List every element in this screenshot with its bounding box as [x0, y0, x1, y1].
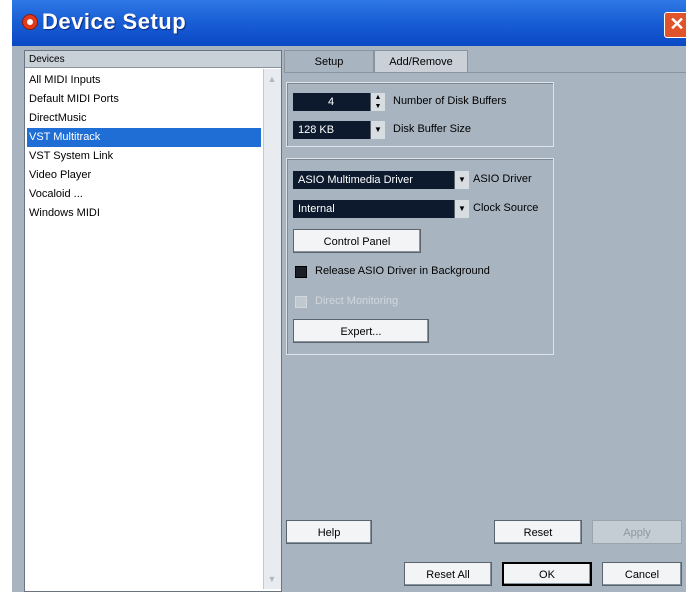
tab-divider: [284, 72, 686, 73]
close-button[interactable]: ✕: [664, 12, 686, 38]
device-item-vocaloid[interactable]: Vocaloid ...: [27, 185, 261, 204]
device-item-vst-multitrack[interactable]: VST Multitrack: [27, 128, 261, 147]
chevron-down-icon[interactable]: ▼: [370, 121, 385, 139]
help-button[interactable]: Help: [286, 520, 372, 544]
chevron-down-icon[interactable]: ▼: [454, 171, 469, 189]
devices-scrollbar[interactable]: ▲ ▼: [263, 69, 281, 589]
release-asio-checkbox[interactable]: [295, 266, 307, 278]
scroll-up-arrow-icon[interactable]: ▲: [266, 73, 278, 85]
control-panel-button[interactable]: Control Panel: [293, 229, 421, 253]
tab-add-remove[interactable]: Add/Remove: [374, 50, 468, 73]
spinner-arrows-icon[interactable]: ▲ ▼: [370, 93, 385, 111]
direct-monitoring-checkbox[interactable]: [295, 296, 307, 308]
device-item-default-midi-ports[interactable]: Default MIDI Ports: [27, 90, 261, 109]
cancel-button[interactable]: Cancel: [602, 562, 682, 586]
scroll-down-arrow-icon[interactable]: ▼: [266, 573, 278, 585]
asio-driver-group: ASIO Multimedia Driver ▼ ASIO Driver Int…: [286, 158, 554, 355]
reset-button[interactable]: Reset: [494, 520, 582, 544]
asio-driver-dropdown[interactable]: ASIO Multimedia Driver ▼: [293, 171, 469, 189]
clock-source-dropdown[interactable]: Internal ▼: [293, 200, 469, 218]
app-logo-icon: [22, 14, 38, 30]
disk-buffer-size-label: Disk Buffer Size: [393, 123, 472, 135]
reset-all-button[interactable]: Reset All: [404, 562, 492, 586]
title-bar[interactable]: Device Setup ✕: [12, 0, 686, 46]
expert-button[interactable]: Expert...: [293, 319, 429, 343]
tab-setup[interactable]: Setup: [284, 50, 374, 73]
device-item-windows-midi[interactable]: Windows MIDI: [27, 204, 261, 223]
devices-header: Devices: [25, 51, 281, 68]
device-item-directmusic[interactable]: DirectMusic: [27, 109, 261, 128]
window-title: Device Setup: [42, 9, 187, 34]
disk-buffer-size-dropdown[interactable]: 128 KB ▼: [293, 121, 385, 139]
devices-panel: Devices All MIDI Inputs Default MIDI Por…: [24, 50, 282, 592]
disk-buffers-value: 4: [327, 96, 335, 108]
device-item-video-player[interactable]: Video Player: [27, 166, 261, 185]
chevron-down-icon[interactable]: ▼: [454, 200, 469, 218]
apply-button[interactable]: Apply: [592, 520, 682, 544]
device-item-vst-system-link[interactable]: VST System Link: [27, 147, 261, 166]
disk-buffer-size-value: 128 KB: [298, 124, 335, 136]
clock-source-value: Internal: [298, 203, 335, 215]
device-setup-window: Device Setup ✕ Devices All MIDI Inputs D…: [12, 0, 686, 592]
release-asio-label: Release ASIO Driver in Background: [315, 265, 490, 277]
device-item-all-midi-inputs[interactable]: All MIDI Inputs: [27, 71, 261, 90]
devices-list: All MIDI Inputs Default MIDI Ports Direc…: [27, 71, 261, 223]
asio-driver-value: ASIO Multimedia Driver: [298, 174, 413, 186]
disk-buffers-group: 4 ▲ ▼ Number of Disk Buffers 128 KB ▼ Dis…: [286, 82, 554, 147]
ok-button[interactable]: OK: [502, 562, 592, 586]
disk-buffers-stepper[interactable]: 4 ▲ ▼: [293, 93, 385, 111]
direct-monitoring-label: Direct Monitoring: [315, 295, 399, 307]
clock-source-label: Clock Source: [473, 202, 539, 214]
asio-driver-label: ASIO Driver: [473, 173, 532, 185]
disk-buffers-label: Number of Disk Buffers: [393, 95, 507, 107]
